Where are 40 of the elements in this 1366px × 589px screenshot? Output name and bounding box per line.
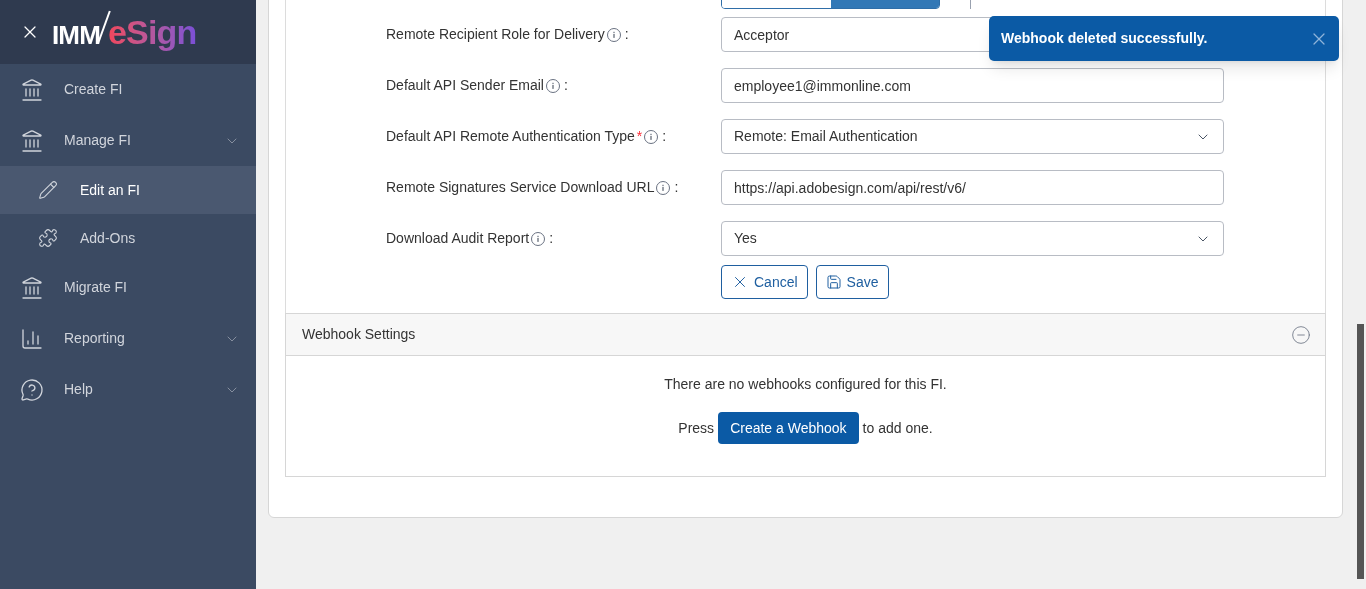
collapse-icon[interactable] <box>1291 324 1311 345</box>
sidebar-item[interactable]: Reporting <box>0 313 256 364</box>
input-field[interactable]: employee1@immonline.com <box>721 68 1224 103</box>
label-colon: : <box>624 25 629 44</box>
field-label: Default API Remote Authentication Type <box>386 127 635 146</box>
sidebar-item[interactable]: Manage FI <box>0 115 256 166</box>
sidebar-item[interactable]: Help <box>0 364 256 415</box>
sidebar-subitem[interactable]: Edit an FI <box>0 166 256 214</box>
logo-text: IMM <box>52 18 100 52</box>
empty-message: There are no webhooks configured for this FI. <box>664 375 947 394</box>
label-colon: : <box>564 76 568 95</box>
select-field[interactable]: Yes <box>721 221 1224 256</box>
label-colon: : <box>549 229 554 248</box>
panel-header[interactable]: Webhook Settings <box>286 314 1325 356</box>
press-text: Press <box>678 418 715 438</box>
input-field[interactable]: https://api.adobesign.com/api/rest/v6/ <box>721 170 1224 205</box>
bank-icon <box>20 275 44 300</box>
sidebar-item[interactable]: Migrate FI <box>0 262 256 313</box>
save-icon <box>825 274 842 290</box>
bank-icon <box>20 77 44 102</box>
save-button[interactable]: Save <box>815 265 889 299</box>
bank-icon <box>20 128 44 153</box>
help-icon <box>20 377 44 402</box>
sidebar-item[interactable]: Create FI <box>0 64 256 115</box>
field-label: Remote Signatures Service Download URL <box>386 178 655 197</box>
pencil-icon <box>38 180 58 200</box>
add-one-text: to add one. <box>862 418 933 438</box>
sidebar-subitem[interactable]: Add-Ons <box>0 214 256 262</box>
create-webhook-button[interactable]: Create a Webhook <box>718 412 859 444</box>
panel-title: Webhook Settings <box>302 325 417 344</box>
field-label: Download Audit Report <box>386 229 530 248</box>
label-colon: : <box>662 127 667 146</box>
field-label: Default API Sender Email <box>386 76 544 95</box>
puzzle-icon <box>38 228 58 248</box>
field-label: Remote Recipient Role for Delivery <box>386 25 605 44</box>
cancel-button[interactable]: Cancel <box>721 265 808 299</box>
required-mark: * <box>636 127 643 146</box>
label-colon: : <box>674 178 679 197</box>
select-field[interactable]: Remote: Email Authentication <box>721 119 1224 154</box>
toast-message: Webhook deleted successfully. <box>1001 29 1209 48</box>
